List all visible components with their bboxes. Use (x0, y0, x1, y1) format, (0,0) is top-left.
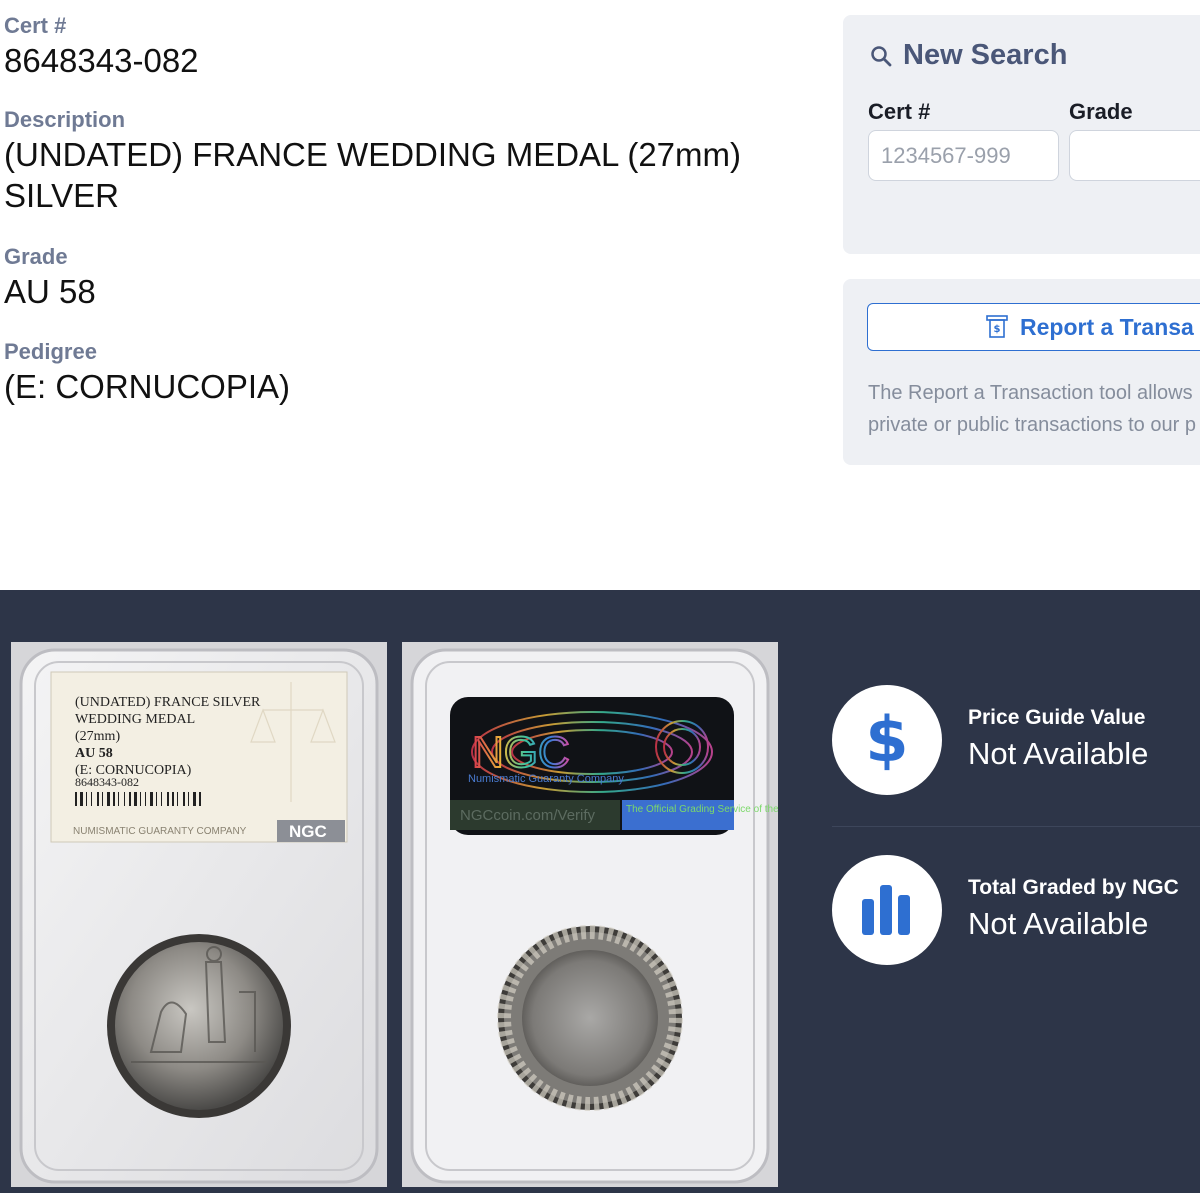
slab-back-tagline: Numismatic Guaranty Company (468, 773, 624, 785)
slab-label-footer: NUMISMATIC GUARANTY COMPANY (73, 826, 247, 837)
slab-back-drawing: NGC Numismatic Guaranty Company NGCcoin.… (402, 642, 778, 1187)
grade-value: AU 58 (4, 273, 96, 310)
description-label: Description (4, 107, 126, 132)
price-guide-value: Not Available (968, 736, 1149, 771)
new-search-heading: New Search (903, 39, 1068, 71)
barcode-bar (150, 792, 153, 806)
barcode-bar (183, 792, 185, 806)
pedigree-field: Pedigree (E: CORNUCOPIA) (4, 338, 290, 407)
barcode-bar (134, 792, 137, 806)
barcode-bar (80, 792, 83, 806)
barcode-bar (161, 792, 162, 806)
barcode-bar (167, 792, 169, 806)
barcode-bar (172, 792, 174, 806)
barcode-bar (199, 792, 201, 806)
report-description-line-2: private or public transactions to our p (868, 414, 1196, 436)
slab-label-line-2: WEDDING MEDAL (75, 712, 195, 727)
search-icon (871, 45, 892, 66)
barcode-bar (91, 792, 92, 806)
stats-divider (832, 826, 1200, 827)
report-description-line-1: The Report a Transaction tool allows (868, 382, 1193, 404)
barcode-bar (124, 792, 125, 806)
svg-text:$: $ (865, 705, 908, 775)
price-guide-icon-circle: $ (832, 685, 942, 795)
slab-label-line-1: (UNDATED) FRANCE SILVER (75, 695, 261, 710)
bar-chart-icon (862, 885, 910, 935)
total-graded-label: Total Graded by NGC (968, 876, 1179, 899)
slab-label-line-3: (27mm) (75, 729, 120, 744)
barcode-bar (97, 792, 99, 806)
description-line-1: (UNDATED) FRANCE WEDDING MEDAL (27mm) (4, 136, 742, 173)
report-button-label: Report a Transa (1020, 313, 1194, 340)
description-field: Description (UNDATED) FRANCE WEDDING MED… (4, 106, 784, 216)
total-graded-value: Not Available (968, 906, 1149, 941)
barcode-bar (177, 792, 178, 806)
barcode-bar (113, 792, 115, 806)
slab-front-image[interactable]: (UNDATED) FRANCE SILVER WEDDING MEDAL (2… (11, 642, 387, 1187)
slab-ngc-logo: NGC (289, 822, 327, 841)
grade-search-input[interactable] (1069, 130, 1200, 181)
barcode-bar (107, 792, 110, 806)
description-line-2: SILVER (4, 177, 119, 214)
grade-field: Grade AU 58 (4, 243, 96, 312)
svg-text:$: $ (994, 324, 1001, 335)
barcode-bar (129, 792, 131, 806)
total-graded-icon-circle (832, 855, 942, 965)
cert-label: Cert # (4, 13, 67, 38)
cert-search-input[interactable] (868, 130, 1059, 181)
barcode-bar (188, 792, 189, 806)
pedigree-label: Pedigree (4, 339, 97, 364)
report-transaction-panel: $ Report a Transa The Report a Transacti… (843, 279, 1200, 465)
pedigree-value: (E: CORNUCOPIA) (4, 368, 291, 405)
new-search-panel: New Search Cert # Grade (843, 15, 1200, 254)
barcode-bar (145, 792, 146, 806)
grade-label: Grade (4, 244, 68, 269)
slab-back-logo: NGC (472, 728, 570, 777)
price-guide-label: Price Guide Value (968, 706, 1146, 729)
barcode-bar (102, 792, 103, 806)
cert-number: 8648343-082 (4, 42, 199, 79)
dollar-icon: $ (865, 705, 908, 775)
search-cert-label: Cert # (868, 99, 931, 124)
slab-label-line-4: AU 58 (75, 746, 113, 761)
slab-back-badge: The Official Grading Service of the (626, 804, 778, 815)
new-search-title: New Search (869, 39, 1067, 72)
barcode-bar (118, 792, 119, 806)
barcode-bar (156, 792, 157, 806)
barcode-bar (140, 792, 141, 806)
barcode-bar (86, 792, 87, 806)
slab-label-line-6: 8648343-082 (75, 775, 139, 789)
slab-front-drawing: (UNDATED) FRANCE SILVER WEDDING MEDAL (2… (11, 642, 387, 1187)
receipt-icon: $ (986, 315, 1008, 338)
barcode-bar (75, 792, 77, 806)
slab-back-url: NGCcoin.com/Verify (460, 807, 596, 824)
cert-field: Cert # 8648343-082 (4, 12, 199, 81)
report-transaction-button[interactable]: $ Report a Transa (867, 303, 1200, 351)
images-stats-section: (UNDATED) FRANCE SILVER WEDDING MEDAL (2… (0, 590, 1200, 1193)
barcode-bar (193, 792, 196, 806)
slab-back-image[interactable]: NGC Numismatic Guaranty Company NGCcoin.… (402, 642, 778, 1187)
search-grade-label: Grade (1069, 99, 1133, 124)
report-description: The Report a Transaction tool allows pri… (868, 377, 1200, 441)
